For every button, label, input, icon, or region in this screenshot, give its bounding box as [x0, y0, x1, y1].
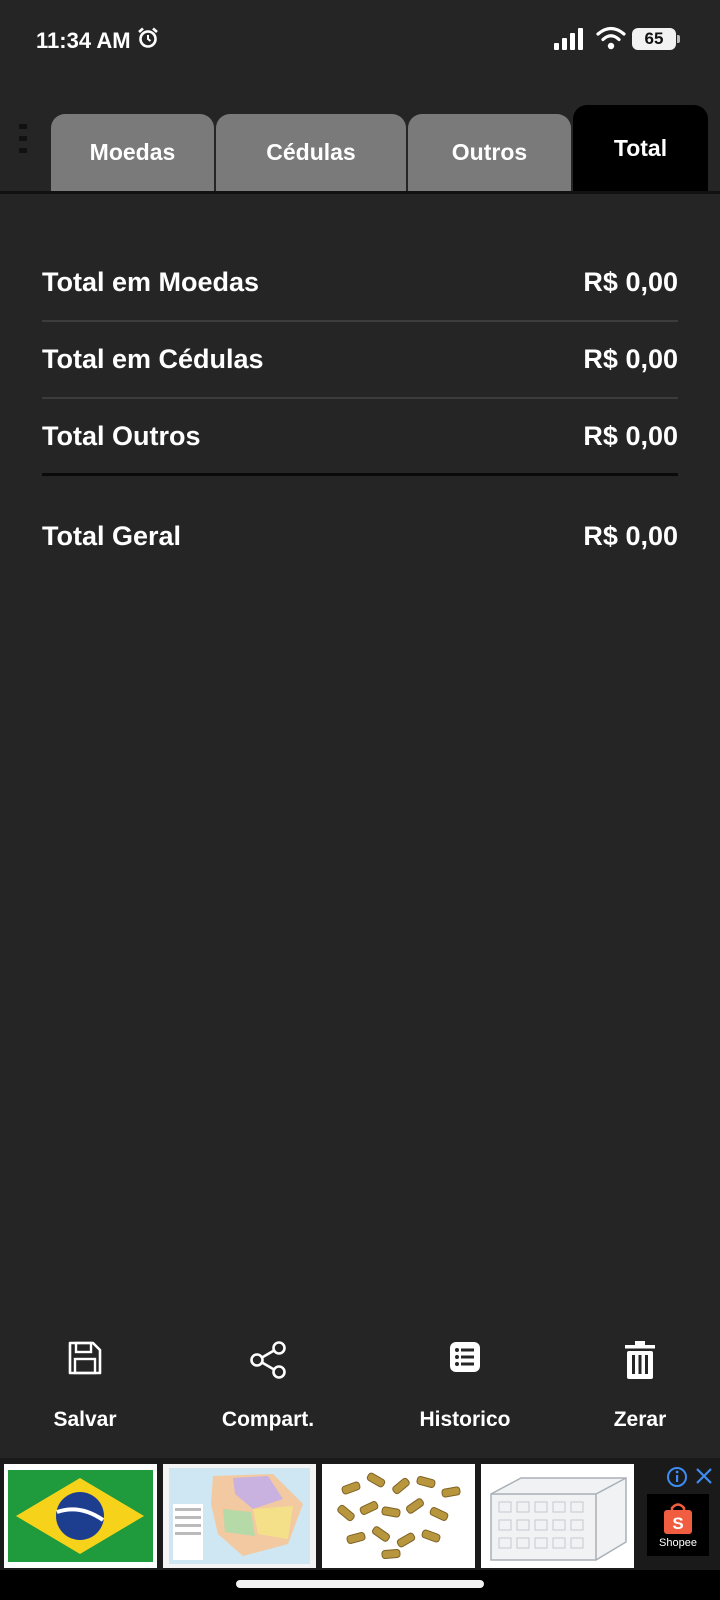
reset-button[interactable]: Zerar [590, 1340, 690, 1440]
alarm-icon [137, 27, 159, 54]
shopee-bag-icon: S [664, 1503, 692, 1534]
total-geral-value: R$ 0,00 [583, 520, 678, 551]
bottom-toolbar: Salvar Compart. Historico Zerar [0, 1340, 720, 1440]
signal-icon [554, 28, 586, 55]
system-nav-area [0, 1570, 720, 1600]
ad-product-basket-image[interactable] [481, 1464, 634, 1568]
tab-outros[interactable]: Outros [408, 114, 571, 191]
info-icon[interactable] [666, 1466, 688, 1493]
home-indicator[interactable] [236, 1580, 484, 1588]
totals-list: Total em Moedas R$ 0,00 Total em Cédulas… [42, 245, 678, 596]
history-label: Historico [419, 1408, 511, 1431]
status-time: 11:34 AM [36, 28, 131, 53]
total-geral-row: Total Geral R$ 0,00 [42, 476, 678, 596]
save-icon [67, 1340, 103, 1390]
history-list-icon [448, 1340, 482, 1390]
tab-total[interactable]: Total [573, 105, 708, 191]
total-geral-label: Total Geral [42, 520, 182, 551]
total-cedulas-label: Total em Cédulas [42, 344, 264, 374]
close-icon[interactable] [694, 1466, 714, 1491]
tab-bar: Moedas Cédulas Outros Total [0, 100, 720, 194]
save-button[interactable]: Salvar [35, 1340, 135, 1440]
tab-moedas[interactable]: Moedas [51, 114, 214, 191]
ad-product-map-image[interactable] [163, 1464, 316, 1568]
status-bar: 11:34 AM 65 [0, 0, 720, 84]
total-cedulas-row: Total em Cédulas R$ 0,00 [42, 322, 678, 399]
tab-cedulas[interactable]: Cédulas [216, 114, 406, 191]
history-button[interactable]: Historico [400, 1340, 530, 1440]
shopee-brand-label: Shopee [659, 1537, 697, 1549]
menu-icon[interactable] [18, 124, 28, 161]
trash-icon [623, 1340, 657, 1390]
total-outros-row: Total Outros R$ 0,00 [42, 399, 678, 476]
share-button[interactable]: Compart. [198, 1340, 338, 1440]
ad-product-coins-image[interactable] [322, 1464, 475, 1568]
total-outros-label: Total Outros [42, 420, 201, 451]
share-icon [248, 1340, 288, 1390]
total-moedas-label: Total em Moedas [42, 267, 260, 297]
total-moedas-value: R$ 0,00 [583, 267, 678, 297]
battery-nub [677, 35, 680, 43]
battery-icon: 65 [632, 28, 676, 50]
reset-label: Zerar [613, 1408, 667, 1431]
svg-text:S: S [672, 1514, 683, 1533]
total-moedas-row: Total em Moedas R$ 0,00 [42, 245, 678, 322]
total-outros-value: R$ 0,00 [583, 420, 678, 451]
wifi-icon [596, 26, 626, 55]
ad-product-flag-image[interactable] [4, 1464, 157, 1568]
total-cedulas-value: R$ 0,00 [583, 344, 678, 374]
shopee-logo[interactable]: S Shopee [647, 1494, 709, 1556]
ad-banner[interactable]: S Shopee [0, 1458, 720, 1570]
save-label: Salvar [53, 1408, 117, 1431]
share-label: Compart. [221, 1408, 315, 1431]
